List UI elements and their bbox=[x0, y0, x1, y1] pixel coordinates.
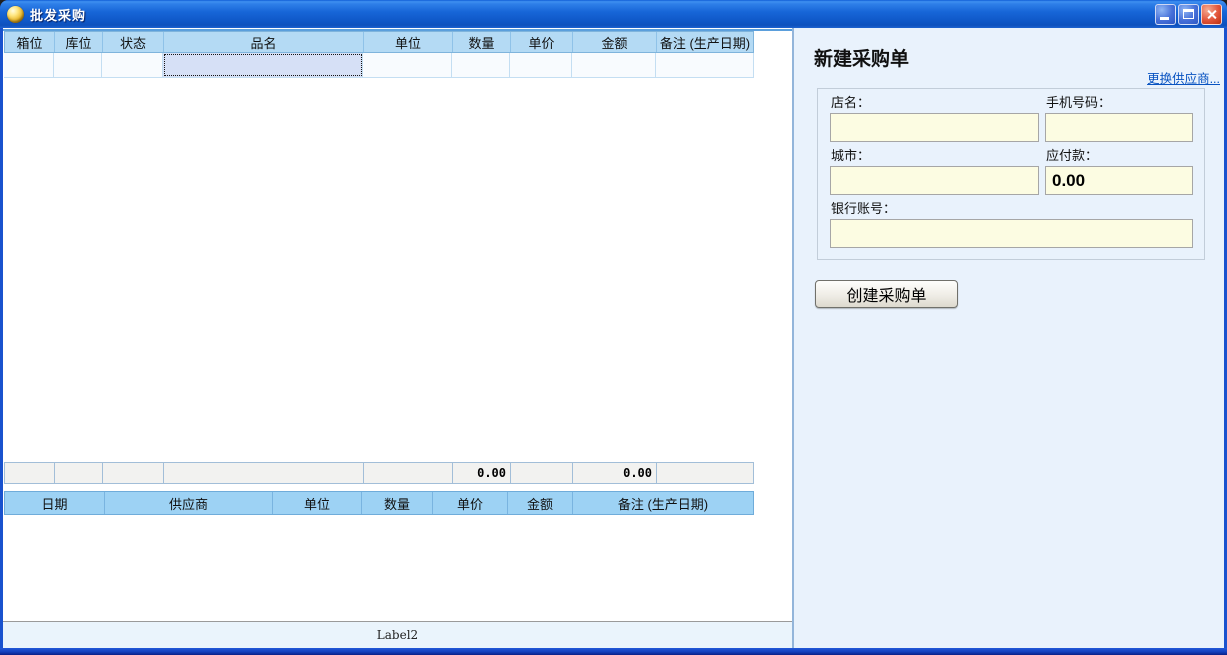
row-cell-unit-price[interactable] bbox=[510, 53, 572, 77]
history-col-date[interactable]: 日期 bbox=[5, 492, 105, 514]
close-icon bbox=[1202, 5, 1221, 24]
window-bottom-border bbox=[0, 648, 1227, 655]
city-label: 城市： bbox=[831, 148, 1039, 164]
row-cell-shelf-position[interactable] bbox=[54, 53, 102, 77]
form-title: 新建采购单 bbox=[814, 44, 909, 71]
supplier-group-box: 店名： 手机号码： 城市： 应付款： bbox=[817, 88, 1205, 260]
top-grid-header: 箱位 库位 状态 品名 单位 数量 单价 金额 备注 (生产日期) bbox=[4, 31, 754, 53]
history-col-unit-price[interactable]: 单价 bbox=[433, 492, 508, 514]
history-col-amount[interactable]: 金额 bbox=[508, 492, 573, 514]
top-grid-row bbox=[4, 53, 754, 78]
top-col-product-name[interactable]: 品名 bbox=[164, 32, 364, 52]
top-col-shelf-position[interactable]: 库位 bbox=[55, 32, 103, 52]
history-col-supplier[interactable]: 供应商 bbox=[105, 492, 273, 514]
change-supplier-link[interactable]: 更换供应商... bbox=[1147, 68, 1220, 87]
maximize-icon bbox=[1183, 9, 1194, 19]
top-col-box-position[interactable]: 箱位 bbox=[5, 32, 55, 52]
row-cell-unit[interactable] bbox=[363, 53, 452, 77]
window-controls bbox=[1155, 4, 1222, 25]
history-col-unit[interactable]: 单位 bbox=[273, 492, 362, 514]
top-col-status[interactable]: 状态 bbox=[103, 32, 164, 52]
history-col-remark[interactable]: 备注 (生产日期) bbox=[573, 492, 753, 514]
store-name-input[interactable] bbox=[830, 113, 1039, 142]
window-title: 批发采购 bbox=[30, 5, 86, 24]
selected-cell-product-name[interactable] bbox=[163, 53, 363, 77]
total-quantity-value: 0.00 bbox=[453, 463, 511, 483]
mobile-input[interactable] bbox=[1045, 113, 1193, 142]
top-col-quantity[interactable]: 数量 bbox=[453, 32, 511, 52]
total-cell-product-name bbox=[164, 463, 364, 483]
minimize-icon bbox=[1160, 17, 1169, 20]
status-bar: Label2 bbox=[3, 622, 792, 648]
title-bar: 批发采购 bbox=[0, 0, 1227, 28]
store-name-label: 店名： bbox=[831, 95, 1039, 111]
mobile-label: 手机号码： bbox=[1046, 95, 1193, 111]
payable-input[interactable] bbox=[1045, 166, 1193, 195]
app-icon bbox=[7, 6, 24, 23]
total-cell-unit-price bbox=[511, 463, 573, 483]
top-col-unit[interactable]: 单位 bbox=[364, 32, 453, 52]
row-cell-remark[interactable] bbox=[656, 53, 754, 77]
top-col-unit-price[interactable]: 单价 bbox=[511, 32, 573, 52]
client-area: 箱位 库位 状态 品名 单位 数量 单价 金额 备注 (生产日期) bbox=[3, 28, 1224, 648]
total-cell-unit bbox=[364, 463, 453, 483]
minimize-button[interactable] bbox=[1155, 4, 1176, 25]
total-cell-shelf-position bbox=[55, 463, 103, 483]
city-input[interactable] bbox=[830, 166, 1039, 195]
bank-account-label: 银行账号： bbox=[831, 201, 1193, 217]
total-amount-value: 0.00 bbox=[573, 463, 657, 483]
top-col-amount[interactable]: 金额 bbox=[573, 32, 657, 52]
total-cell-status bbox=[103, 463, 164, 483]
totals-row: 0.00 0.00 bbox=[4, 462, 754, 484]
new-order-pane: 新建采购单 更换供应商... 店名： 手机号码： 城市： bbox=[794, 28, 1224, 648]
row-cell-status[interactable] bbox=[102, 53, 163, 77]
app-window: 批发采购 箱位 库位 状态 品名 单位 数量 单价 金额 备注 (生产日期) bbox=[0, 0, 1227, 655]
maximize-button[interactable] bbox=[1178, 4, 1199, 25]
create-order-button[interactable]: 创建采购单 bbox=[815, 280, 958, 308]
row-cell-box-position[interactable] bbox=[4, 53, 54, 77]
history-grid-header: 日期 供应商 单位 数量 单价 金额 备注 (生产日期) bbox=[4, 491, 754, 515]
total-cell-box-position bbox=[5, 463, 55, 483]
payable-label: 应付款： bbox=[1046, 148, 1193, 164]
status-label: Label2 bbox=[377, 628, 418, 642]
total-cell-remark bbox=[657, 463, 753, 483]
history-col-quantity[interactable]: 数量 bbox=[362, 492, 433, 514]
row-cell-quantity[interactable] bbox=[452, 53, 510, 77]
top-col-remark[interactable]: 备注 (生产日期) bbox=[657, 32, 753, 52]
purchase-grid-pane: 箱位 库位 状态 品名 单位 数量 单价 金额 备注 (生产日期) bbox=[3, 28, 792, 648]
close-button[interactable] bbox=[1201, 4, 1222, 25]
row-cell-amount[interactable] bbox=[572, 53, 656, 77]
bank-account-input[interactable] bbox=[830, 219, 1193, 248]
